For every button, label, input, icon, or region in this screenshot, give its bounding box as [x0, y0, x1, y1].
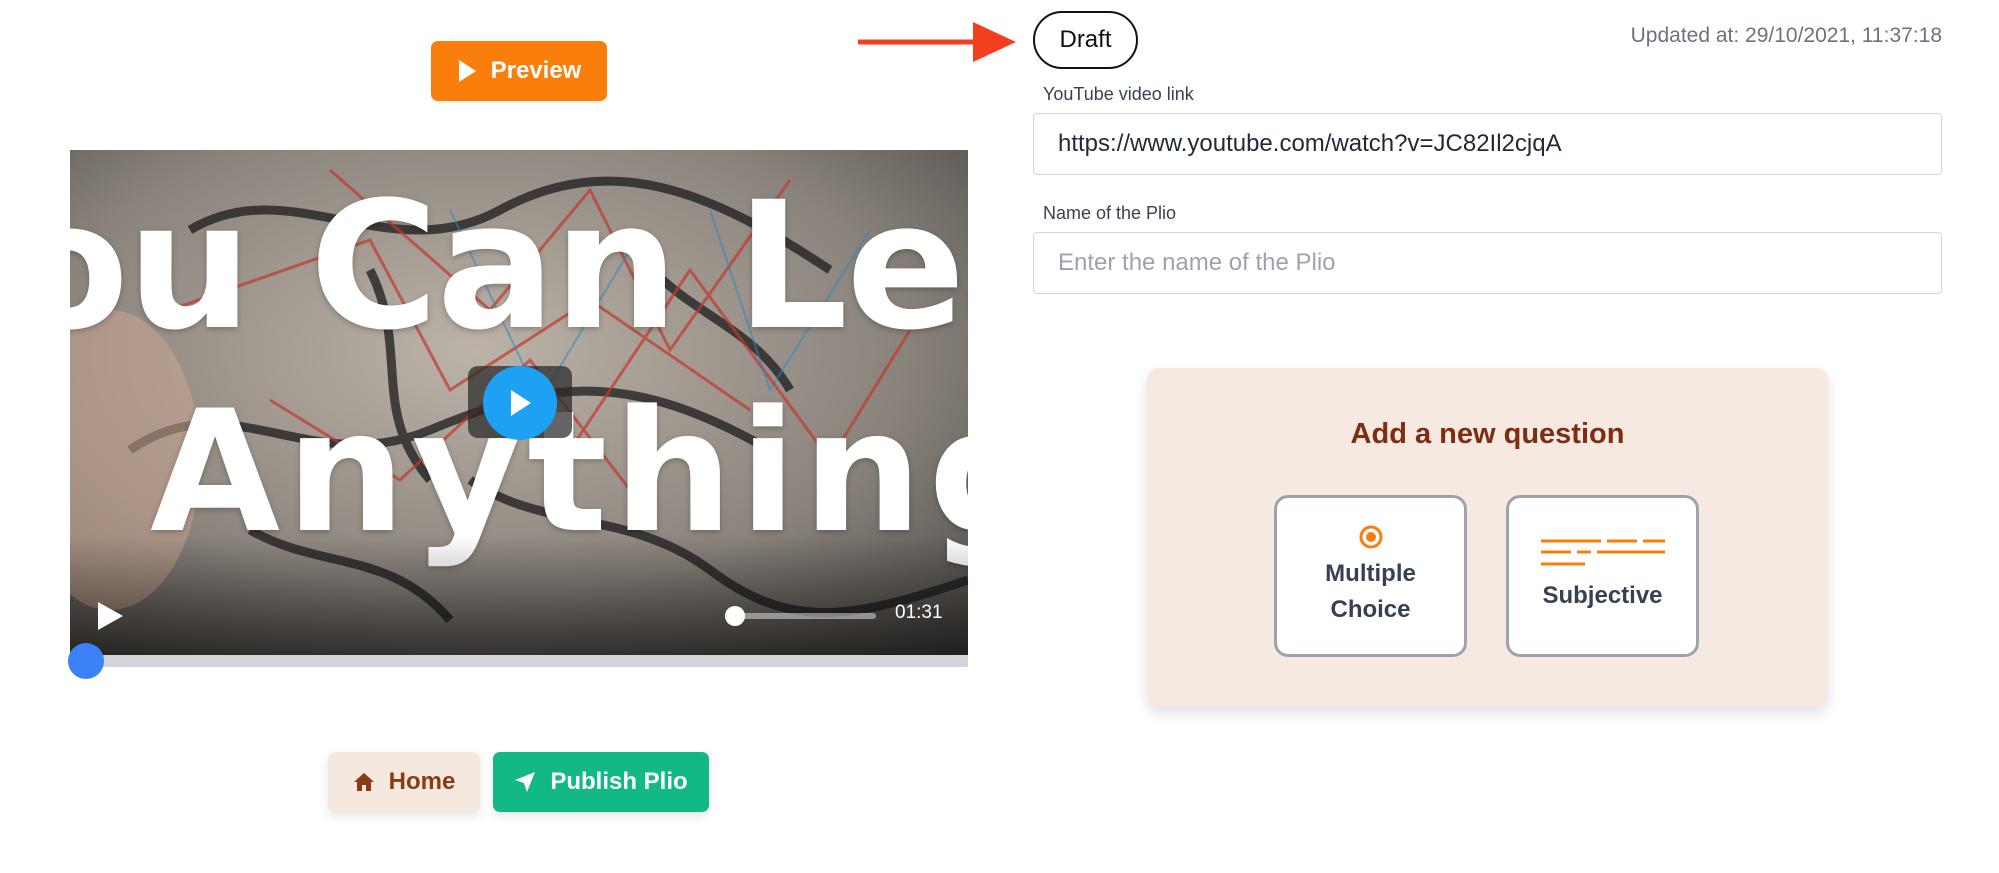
- annotation-arrow-icon: [858, 22, 1016, 62]
- control-play-button[interactable]: [96, 601, 124, 631]
- video-progress-bar[interactable]: [70, 655, 968, 667]
- preview-button-label: Preview: [490, 57, 582, 84]
- home-button-label: Home: [388, 768, 456, 795]
- publish-button-label: Publish Plio: [550, 768, 688, 795]
- send-icon: [515, 772, 536, 792]
- home-icon: [353, 773, 374, 791]
- multiple-choice-label-line1: Multiple: [1325, 560, 1416, 587]
- text-lines-icon: [1540, 539, 1665, 566]
- home-button[interactable]: Home: [328, 752, 480, 812]
- multiple-choice-option[interactable]: Multiple Choice: [1274, 495, 1467, 657]
- center-play-button[interactable]: [483, 366, 557, 440]
- subjective-option[interactable]: Subjective: [1506, 495, 1699, 657]
- status-badge: Draft: [1033, 11, 1138, 69]
- video-duration: 01:31: [895, 602, 943, 623]
- video-player[interactable]: ou Can Lear Anything 01:31: [70, 150, 968, 655]
- plio-name-label: Name of the Plio: [1043, 203, 1177, 223]
- multiple-choice-label-line2: Choice: [1330, 596, 1411, 623]
- volume-slider[interactable]: [730, 613, 876, 619]
- add-question-title: Add a new question: [1350, 418, 1625, 450]
- controls-gradient: [70, 535, 968, 655]
- radio-icon: [1359, 525, 1382, 549]
- publish-button[interactable]: Publish Plio: [493, 752, 709, 812]
- play-icon: [458, 60, 476, 82]
- play-icon: [511, 390, 531, 416]
- video-progress-handle[interactable]: [68, 643, 104, 679]
- add-question-card: Add a new question Multiple Choice Subje…: [1147, 368, 1828, 707]
- youtube-link-input[interactable]: [1033, 113, 1942, 175]
- thumbnail-title-line1: ou Can Lear: [70, 164, 968, 369]
- plio-name-input[interactable]: [1033, 232, 1942, 294]
- youtube-link-label: YouTube video link: [1043, 84, 1194, 104]
- updated-timestamp: Updated at: 29/10/2021, 11:37:18: [1630, 24, 1942, 47]
- volume-slider-handle[interactable]: [725, 606, 745, 626]
- subjective-label: Subjective: [1542, 582, 1663, 609]
- preview-button[interactable]: Preview: [431, 41, 607, 101]
